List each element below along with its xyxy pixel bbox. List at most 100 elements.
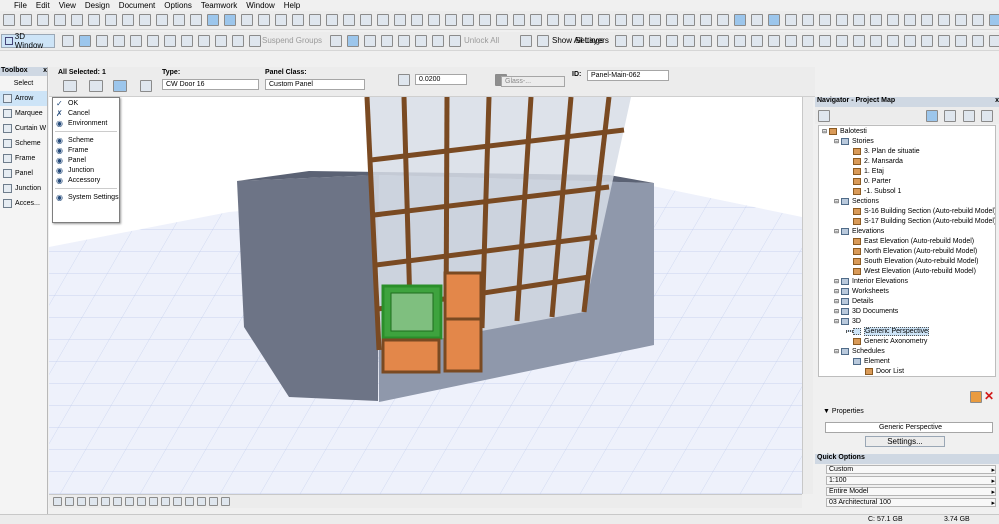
toolbar-icon[interactable] <box>3 14 15 26</box>
toolbar-icon[interactable] <box>241 14 253 26</box>
tree-item[interactable]: -1. Subsol 1 <box>819 186 995 196</box>
tree-item[interactable]: North Elevation (Auto-rebuild Model) <box>819 246 995 256</box>
toolbar-icon[interactable] <box>343 14 355 26</box>
popup-item[interactable]: ◉ Junction <box>53 165 119 175</box>
menu-teamwork[interactable]: Teamwork <box>201 1 237 10</box>
expand-toggle-icon[interactable] <box>846 330 853 332</box>
expand-toggle-icon[interactable]: ⊟ <box>834 138 841 145</box>
show-all-layers-button[interactable]: Show All Layers <box>552 36 609 45</box>
expand-toggle-icon[interactable]: ⊟ <box>834 348 841 355</box>
toolbar-icon[interactable] <box>955 35 967 47</box>
toolbar-icon[interactable] <box>547 14 559 26</box>
tree-item[interactable]: ⊟ Stories <box>819 136 995 146</box>
popup-item[interactable]: ◉ Accessory <box>53 175 119 185</box>
toolbar-icon[interactable] <box>432 35 444 47</box>
navigation-icon[interactable] <box>197 497 206 506</box>
thickness-field[interactable]: 0.0200 <box>415 74 467 85</box>
toolbar-icon[interactable] <box>347 35 359 47</box>
tree-item[interactable]: S-16 Building Section (Auto-rebuild Mode… <box>819 206 995 216</box>
delete-icon[interactable]: ✕ <box>984 389 994 403</box>
toolbar-icon[interactable] <box>870 14 882 26</box>
navigator-menu-icon[interactable] <box>818 110 830 122</box>
new-folder-icon[interactable] <box>970 391 982 403</box>
toolbar-icon[interactable] <box>130 35 142 47</box>
toolbar-icon[interactable] <box>88 14 100 26</box>
toolbar-icon[interactable] <box>972 14 984 26</box>
toolbar-icon[interactable] <box>989 35 999 47</box>
popup-item[interactable]: ◉ Panel <box>53 155 119 165</box>
toolbar-icon[interactable] <box>768 35 780 47</box>
menu-document[interactable]: Document <box>119 1 155 10</box>
toolbar-icon[interactable] <box>921 35 933 47</box>
toolbar-icon[interactable] <box>666 14 678 26</box>
toolbar-icon[interactable] <box>360 14 372 26</box>
toolbar-icon[interactable] <box>632 35 644 47</box>
toolbar-icon[interactable] <box>381 35 393 47</box>
properties-view-name[interactable]: Generic Perspective <box>825 422 993 433</box>
navigation-icon[interactable] <box>185 497 194 506</box>
toolbar-icon[interactable] <box>415 35 427 47</box>
toolbar-icon[interactable] <box>751 35 763 47</box>
toolbar-icon[interactable] <box>768 14 780 26</box>
tree-item[interactable]: ⊟ Sections <box>819 196 995 206</box>
menu-edit[interactable]: Edit <box>36 1 50 10</box>
toolbar-icon[interactable] <box>62 35 74 47</box>
tree-item[interactable]: ⊟ Interior Elevations <box>819 276 995 286</box>
3d-window-tab[interactable]: 3D Window <box>1 32 55 50</box>
tree-item[interactable]: Door List <box>819 366 995 376</box>
tool-3[interactable]: Scheme <box>0 136 47 151</box>
toolbar-icon[interactable] <box>734 35 746 47</box>
quick-option-row[interactable]: 1:100 ▸ <box>826 476 996 485</box>
toolbar-icon[interactable] <box>377 14 389 26</box>
publisher-icon[interactable] <box>981 110 993 122</box>
toolbar-icon[interactable] <box>581 14 593 26</box>
toolbar-icon[interactable] <box>292 14 304 26</box>
tree-item[interactable]: ⊟ Details <box>819 296 995 306</box>
toolbar-icon[interactable] <box>173 14 185 26</box>
toolbar-icon[interactable] <box>683 14 695 26</box>
shape-icon[interactable] <box>89 80 103 92</box>
id-field[interactable]: Panel-Main-062 <box>587 70 669 81</box>
navigation-icon[interactable] <box>209 497 218 506</box>
menu-window[interactable]: Window <box>246 1 274 10</box>
unlock-all-button[interactable]: Unlock All <box>464 36 499 45</box>
toolbar-icon[interactable] <box>215 35 227 47</box>
toolbar-icon[interactable] <box>700 35 712 47</box>
toolbar-icon[interactable] <box>449 35 461 47</box>
tree-item[interactable]: South Elevation (Auto-rebuild Model) <box>819 256 995 266</box>
popup-item[interactable]: ◉ Frame <box>53 145 119 155</box>
toolbar-icon[interactable] <box>147 35 159 47</box>
toolbar-icon[interactable] <box>428 14 440 26</box>
layout-book-icon[interactable] <box>963 110 975 122</box>
toolbar-icon[interactable] <box>411 14 423 26</box>
toolbar-icon[interactable] <box>445 14 457 26</box>
toolbar-icon[interactable] <box>249 35 261 47</box>
navigation-icon[interactable] <box>161 497 170 506</box>
panel-class-select[interactable]: Custom Panel <box>265 79 365 90</box>
toolbar-icon[interactable] <box>513 14 525 26</box>
navigation-icon[interactable] <box>125 497 134 506</box>
expand-toggle-icon[interactable]: ⊟ <box>834 318 841 325</box>
toolbar-icon[interactable] <box>330 35 342 47</box>
menu-design[interactable]: Design <box>85 1 110 10</box>
suspend-groups-button[interactable]: Suspend Groups <box>262 36 322 45</box>
navigation-icon[interactable] <box>149 497 158 506</box>
menu-help[interactable]: Help <box>284 1 300 10</box>
navigation-icon[interactable] <box>77 497 86 506</box>
toolbar-icon[interactable] <box>224 14 236 26</box>
toolbar-icon[interactable] <box>198 35 210 47</box>
toolbar-icon[interactable] <box>819 14 831 26</box>
navigation-icon[interactable] <box>113 497 122 506</box>
toolbar-icon[interactable] <box>717 14 729 26</box>
popup-item[interactable]: ◉ Environment <box>53 118 119 128</box>
toolbar-icon[interactable] <box>54 14 66 26</box>
menu-file[interactable]: File <box>14 1 27 10</box>
toolbar-icon[interactable] <box>564 14 576 26</box>
tree-item[interactable]: 2. Mansarda <box>819 156 995 166</box>
toolbar-icon[interactable] <box>394 14 406 26</box>
menu-options[interactable]: Options <box>164 1 192 10</box>
toolbar-icon[interactable] <box>309 14 321 26</box>
toolbar-icon[interactable] <box>190 14 202 26</box>
toolbar-icon[interactable] <box>819 35 831 47</box>
tree-item[interactable]: East Elevation (Auto-rebuild Model) <box>819 236 995 246</box>
